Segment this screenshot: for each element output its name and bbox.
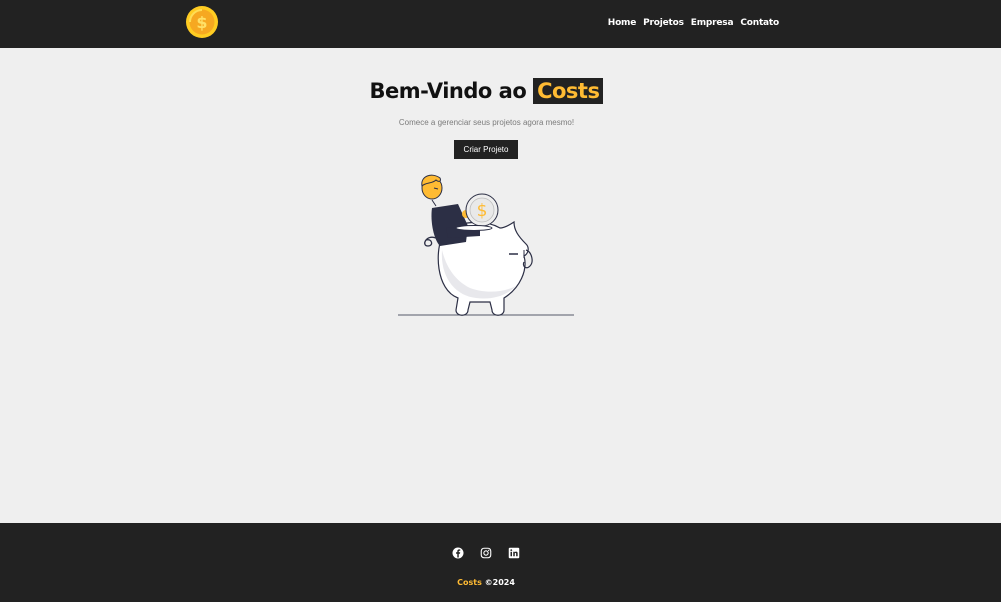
logo-link[interactable]: $ <box>186 6 218 38</box>
piggy-bank-savings-illustration: $ <box>398 174 574 316</box>
nav-menu: Home Projetos Empresa Contato <box>608 18 779 28</box>
svg-text:$: $ <box>477 201 488 221</box>
facebook-link[interactable] <box>452 547 464 559</box>
nav-link-contato[interactable]: Contato <box>740 18 779 28</box>
instagram-link[interactable] <box>480 547 492 559</box>
navbar: $ Home Projetos Empresa Contato <box>0 0 1001 48</box>
footer-brand: Costs <box>457 578 482 587</box>
footer: Costs ©2024 <box>0 523 1001 602</box>
linkedin-icon <box>508 547 520 559</box>
instagram-icon <box>480 547 492 559</box>
nav-link-home[interactable]: Home <box>608 18 637 28</box>
copyright-year: ©2024 <box>484 578 515 587</box>
create-project-button[interactable]: Criar Projeto <box>454 140 518 159</box>
nav-link-projetos[interactable]: Projetos <box>643 18 684 28</box>
dollar-coin-icon: $ <box>186 6 218 38</box>
title-brand: Costs <box>533 78 604 104</box>
copyright-text: Costs ©2024 <box>0 578 972 587</box>
home-hero: Bem-Vindo ao Costs Comece a gerenciar se… <box>0 48 1001 523</box>
nav-link-empresa[interactable]: Empresa <box>691 18 734 28</box>
facebook-icon <box>452 547 464 559</box>
hero-subtitle: Comece a gerenciar seus projetos agora m… <box>398 118 575 127</box>
svg-text:$: $ <box>196 13 207 32</box>
page-title: Bem-Vindo ao Costs <box>0 78 973 104</box>
social-links <box>0 547 972 559</box>
linkedin-link[interactable] <box>508 547 520 559</box>
title-prefix: Bem-Vindo ao <box>369 79 527 103</box>
